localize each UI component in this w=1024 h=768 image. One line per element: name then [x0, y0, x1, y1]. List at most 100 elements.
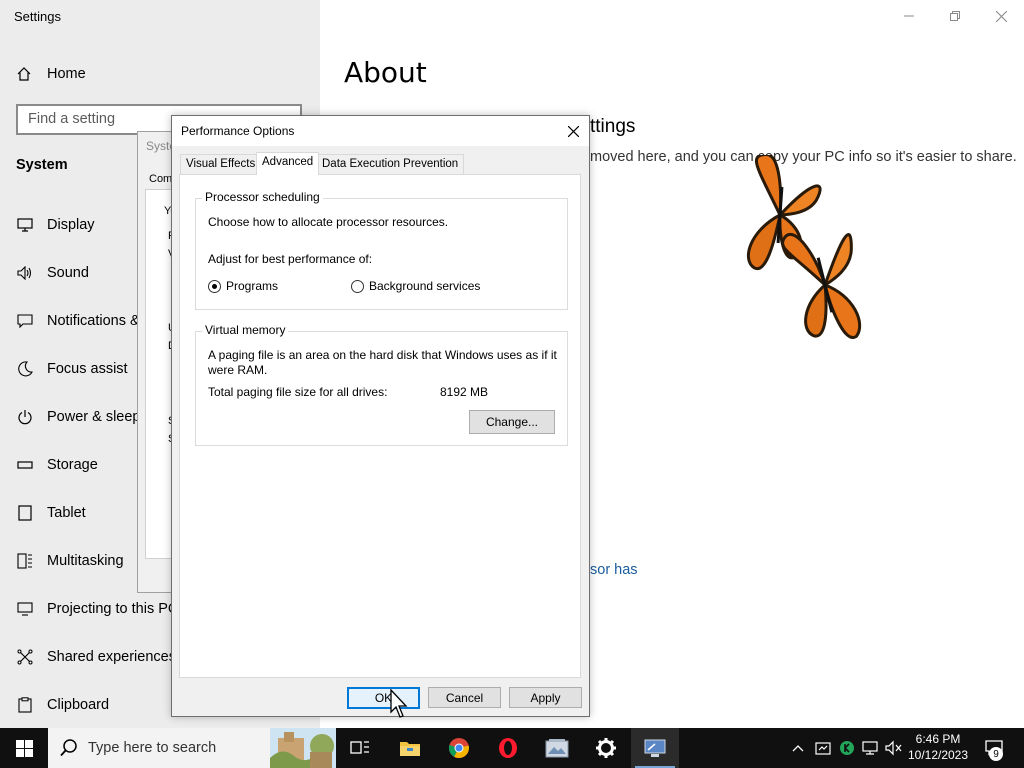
section-label: System	[16, 157, 68, 173]
clock-time: 6:46 PM	[915, 732, 961, 746]
sidebar-item-label: Focus assist	[47, 361, 128, 377]
photos-app-button[interactable]	[533, 728, 581, 768]
sidebar-item-label: Power & sleep	[47, 409, 141, 425]
tab-computer-name[interactable]: Com	[149, 173, 172, 185]
restore-button[interactable]	[943, 6, 967, 26]
system-properties-dialog: Syste Com Yo F V U D S S	[137, 131, 173, 593]
home-nav-item[interactable]: Home	[16, 63, 86, 85]
sidebar-item-focus-assist[interactable]: Focus assist	[16, 358, 128, 380]
tray-app-icon	[815, 742, 831, 755]
close-window-button[interactable]	[989, 6, 1013, 26]
storage-icon	[16, 456, 34, 474]
antivirus-tray-button[interactable]	[838, 728, 856, 768]
window-title: Settings	[14, 9, 61, 24]
cancel-button[interactable]: Cancel	[428, 687, 501, 708]
processor-description: Choose how to allocate processor resourc…	[208, 215, 449, 229]
shared-icon	[16, 648, 34, 666]
windows-logo-icon	[15, 739, 33, 757]
sidebar-item-sound[interactable]: Sound	[16, 262, 89, 284]
apply-button[interactable]: Apply	[509, 687, 582, 708]
performance-options-dialog: Performance Options Visual Effects Advan…	[171, 115, 590, 717]
file-explorer-button[interactable]	[386, 728, 434, 768]
sidebar-item-label: Shared experiences	[47, 649, 176, 665]
moon-icon	[16, 360, 34, 378]
minimize-icon	[904, 15, 914, 17]
sidebar-item-projecting[interactable]: Projecting to this PC	[16, 598, 178, 620]
power-icon	[16, 408, 34, 426]
network-tray-button[interactable]	[860, 728, 880, 768]
opera-icon	[499, 738, 517, 758]
sidebar-item-label: Projecting to this PC	[47, 601, 179, 617]
projecting-icon	[16, 600, 34, 618]
home-label: Home	[47, 66, 86, 82]
tray-app-button[interactable]	[813, 728, 833, 768]
dialog-close-button[interactable]	[563, 122, 583, 140]
volume-tray-button[interactable]	[884, 728, 904, 768]
sidebar-item-multitasking[interactable]: Multitasking	[16, 550, 124, 572]
sidebar-item-label: Clipboard	[47, 697, 110, 713]
group-title: Virtual memory	[202, 323, 289, 337]
chevron-up-icon	[792, 745, 804, 752]
computer-icon	[644, 739, 666, 757]
network-icon	[862, 741, 878, 755]
gear-icon	[596, 738, 616, 758]
taskbar-search-box[interactable]: Type here to search	[48, 728, 336, 768]
chrome-icon	[448, 738, 469, 758]
display-icon	[16, 216, 34, 234]
chrome-button[interactable]	[435, 728, 483, 768]
sidebar-item-storage[interactable]: Storage	[16, 454, 98, 476]
tablet-icon	[16, 504, 34, 522]
group-title: Processor scheduling	[202, 190, 323, 204]
sidebar-item-label: Tablet	[47, 505, 86, 521]
show-hidden-icons-button[interactable]	[790, 728, 806, 768]
opera-button[interactable]	[484, 728, 532, 768]
close-icon	[567, 125, 579, 137]
settings-link[interactable]: sor has	[590, 562, 638, 578]
butterflies-image	[746, 155, 862, 340]
programs-radio[interactable]: Programs	[208, 279, 278, 293]
start-button[interactable]	[0, 728, 48, 768]
sidebar-item-notifications[interactable]: Notifications &	[16, 310, 140, 332]
search-highlight-image	[270, 728, 336, 768]
sidebar-item-display[interactable]: Display	[16, 214, 95, 236]
kaspersky-icon	[840, 741, 854, 755]
mouse-cursor-icon	[390, 689, 408, 718]
dialog-titlebar[interactable]: Performance Options	[172, 116, 589, 146]
sidebar-item-label: Storage	[47, 457, 98, 473]
taskbar: Type here to search 6:46 PM 10/12/2023 9	[0, 728, 1024, 768]
taskbar-search-placeholder: Type here to search	[88, 740, 217, 756]
radio-label: Background services	[369, 279, 481, 293]
adjust-label: Adjust for best performance of:	[208, 252, 373, 266]
advanced-tab-panel: Processor scheduling Choose how to alloc…	[179, 174, 581, 678]
speaker-icon	[16, 264, 34, 282]
change-button[interactable]: Change...	[469, 410, 555, 434]
tab-advanced[interactable]: Advanced	[256, 152, 320, 175]
radio-button[interactable]	[351, 279, 364, 293]
sidebar-item-label: Display	[47, 217, 95, 233]
task-view-button[interactable]	[336, 728, 384, 768]
restore-icon	[950, 11, 960, 21]
dialog-title: Syste	[146, 139, 172, 153]
folder-icon	[400, 742, 420, 756]
page-title: About	[344, 56, 427, 89]
sidebar-item-power-sleep[interactable]: Power & sleep	[16, 406, 141, 428]
dialog-title: Performance Options	[181, 124, 295, 138]
multitasking-icon	[16, 552, 34, 570]
system-properties-taskbar-button[interactable]	[631, 728, 679, 768]
sidebar-item-clipboard[interactable]: Clipboard	[16, 694, 109, 716]
background-services-radio[interactable]: Background services	[351, 279, 480, 293]
tab-visual-effects[interactable]: Visual Effects	[180, 154, 262, 174]
search-icon	[60, 739, 77, 757]
close-icon	[995, 10, 1007, 22]
tab-data-execution-prevention[interactable]: Data Execution Prevention	[316, 154, 465, 174]
notification-icon	[16, 312, 34, 330]
ok-button[interactable]: OK	[347, 687, 420, 709]
minimize-button[interactable]	[897, 6, 921, 26]
sidebar-item-tablet[interactable]: Tablet	[16, 502, 86, 524]
sidebar-item-shared-experiences[interactable]: Shared experiences	[16, 646, 176, 668]
settings-app-button[interactable]	[582, 728, 630, 768]
taskbar-clock[interactable]: 6:46 PM 10/12/2023	[905, 731, 971, 763]
virtual-memory-description: A paging file is an area on the hard dis…	[208, 348, 557, 362]
virtual-memory-description-line2: were RAM.	[208, 363, 268, 377]
radio-button[interactable]	[208, 279, 221, 293]
